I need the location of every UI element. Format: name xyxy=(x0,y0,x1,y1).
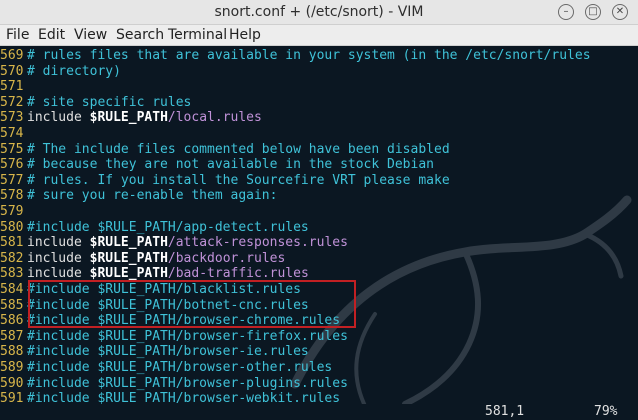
close-icon[interactable]: ✕ xyxy=(612,4,628,20)
code-text: # sure you re-enable them again: xyxy=(27,188,278,204)
code-text: # because they are not available in the … xyxy=(27,157,434,173)
code-line[interactable]: 572 # site specific rules xyxy=(0,95,191,111)
line-number: 582 xyxy=(0,250,24,266)
line-number: 587 xyxy=(0,328,24,344)
code-line[interactable]: 570 # directory) xyxy=(0,64,121,80)
line-number: 583 xyxy=(0,266,24,282)
code-text: /attack-responses.rules xyxy=(167,235,348,251)
code-text: #include $RULE_PATH/browser-firefox.rule… xyxy=(27,328,348,344)
highlight-box xyxy=(28,280,356,328)
code-text: #include $RULE_PATH/browser-other.rules xyxy=(27,360,333,375)
line-number: 572 xyxy=(0,94,24,110)
line-number: 576 xyxy=(0,157,24,173)
line-number: 570 xyxy=(0,63,24,79)
line-number: 574 xyxy=(0,126,24,141)
code-text: # site specific rules xyxy=(27,94,192,110)
code-text: # directory) xyxy=(27,63,121,79)
menu-search[interactable]: Search xyxy=(116,27,164,43)
code-line[interactable]: 569 # rules files that are available in y… xyxy=(0,48,591,64)
code-line[interactable]: 576 # because they are not available in t… xyxy=(0,157,434,173)
line-number: 586 xyxy=(0,313,24,329)
line-number: 580 xyxy=(0,219,24,235)
code-text: /local.rules xyxy=(167,110,262,126)
line-number: 588 xyxy=(0,344,24,360)
code-text: #include $RULE_PATH/browser-webkit.rules xyxy=(27,391,341,404)
code-text: #include $RULE_PATH/browser-ie.rules xyxy=(27,344,309,360)
menu-help[interactable]: Help xyxy=(229,27,261,43)
code-text: include xyxy=(27,250,90,266)
code-line[interactable]: 575 # The include files commented below h… xyxy=(0,142,450,158)
code-text: include xyxy=(27,235,90,251)
code-line[interactable]: 574 xyxy=(0,126,27,142)
minimize-icon[interactable]: – xyxy=(558,4,574,20)
code-text: # rules. If you install the Sourcefire V… xyxy=(27,172,450,188)
code-line[interactable]: 580 #include $RULE_PATH/app-detect.rules xyxy=(0,220,309,236)
line-number: 591 xyxy=(0,391,24,404)
menu-bar: File Edit View Search Terminal Help xyxy=(0,25,638,46)
code-text: #include $RULE_PATH/browser-plugins.rule… xyxy=(27,375,348,391)
code-text: /backdoor.rules xyxy=(167,250,286,266)
line-number: 584 xyxy=(0,282,24,297)
line-number: 573 xyxy=(0,110,24,126)
line-number: 577 xyxy=(0,172,24,188)
line-number: 585 xyxy=(0,297,24,313)
line-number: 589 xyxy=(0,360,24,375)
menu-file[interactable]: File xyxy=(6,27,29,43)
code-line[interactable]: 589 #include $RULE_PATH/browser-other.rul… xyxy=(0,360,332,376)
code-text: # rules files that are available in your… xyxy=(27,48,591,63)
code-line[interactable]: 588 #include $RULE_PATH/browser-ie.rules xyxy=(0,344,309,360)
menu-terminal[interactable]: Terminal xyxy=(168,27,227,43)
code-line[interactable]: 590 #include $RULE_PATH/browser-plugins.r… xyxy=(0,376,348,392)
window-titlebar: snort.conf + (/etc/snort) - VIM – □ ✕ xyxy=(0,0,638,25)
code-text: #include $RULE_PATH/app-detect.rules xyxy=(27,219,309,235)
code-text: $RULE_PATH xyxy=(89,250,168,266)
code-line[interactable]: 571 xyxy=(0,79,27,95)
vim-editor[interactable]: 569 # rules files that are available in y… xyxy=(0,46,638,404)
code-line[interactable]: 578 # sure you re-enable them again: xyxy=(0,188,277,204)
menu-edit[interactable]: Edit xyxy=(38,27,65,43)
code-text: $RULE_PATH xyxy=(89,235,168,251)
code-line[interactable]: 577 # rules. If you install the Sourcefir… xyxy=(0,173,450,189)
scroll-percent: 79% xyxy=(594,404,618,419)
line-number: 571 xyxy=(0,79,24,95)
line-number: 579 xyxy=(0,204,24,219)
code-line[interactable]: 573 include $RULE_PATH/local.rules xyxy=(0,110,262,126)
line-number: 569 xyxy=(0,48,24,63)
vim-statusbar: 581,1 79% xyxy=(0,404,638,420)
code-line[interactable]: 582 include $RULE_PATH/backdoor.rules xyxy=(0,251,285,267)
menu-view[interactable]: View xyxy=(74,27,107,43)
line-number: 581 xyxy=(0,235,24,251)
code-text: $RULE_PATH xyxy=(89,110,168,126)
code-line[interactable]: 591 #include $RULE_PATH/browser-webkit.ru… xyxy=(0,391,340,404)
code-text: include xyxy=(27,110,90,126)
code-text: # The include files commented below have… xyxy=(27,141,450,157)
code-line[interactable]: 579 xyxy=(0,204,27,220)
line-number: 578 xyxy=(0,188,24,204)
code-line[interactable]: 587 #include $RULE_PATH/browser-firefox.r… xyxy=(0,329,348,345)
maximize-icon[interactable]: □ xyxy=(585,4,601,20)
line-number: 590 xyxy=(0,375,24,391)
window-title: snort.conf + (/etc/snort) - VIM xyxy=(214,4,424,20)
line-number: 575 xyxy=(0,141,24,157)
cursor-position: 581,1 xyxy=(485,404,525,419)
code-line[interactable]: 581 include $RULE_PATH/attack-responses.r… xyxy=(0,235,348,251)
